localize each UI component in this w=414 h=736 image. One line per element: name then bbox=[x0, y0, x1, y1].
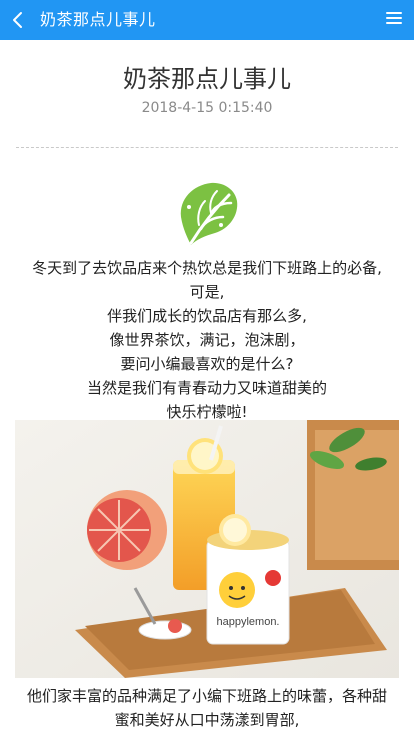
body-line: 蜜和美好从口中荡漾到胃部, bbox=[114, 711, 300, 729]
article-date: 2018-4-15 0:15:40 bbox=[141, 100, 273, 116]
article-header: 奶茶那点儿事儿 2018-4-15 0:15:40 bbox=[0, 64, 414, 116]
body-text: 他们家丰富的品种满足了小编下班路上的味蕾，各种甜 蜜和美好从口中荡漾到胃部, bbox=[14, 684, 400, 732]
nav-title: 奶茶那点儿事儿 bbox=[40, 10, 156, 29]
intro-line: 伴我们成长的饮品店有那么多, bbox=[107, 307, 307, 325]
top-nav-bar: 奶茶那点儿事儿 bbox=[0, 0, 414, 40]
intro-line: 可是, bbox=[189, 283, 225, 301]
chevron-left-icon bbox=[13, 12, 22, 28]
header-divider bbox=[16, 147, 398, 148]
menu-button[interactable] bbox=[386, 12, 402, 28]
intro-line: 像世界茶饮，满记，泡沫剧， bbox=[109, 331, 305, 349]
intro-text: 冬天到了去饮品店来个热饮总是我们下班路上的必备, 可是, 伴我们成长的饮品店有那… bbox=[14, 256, 400, 424]
cup-brand-label: happylemon. bbox=[217, 616, 280, 628]
body-line: 他们家丰富的品种满足了小编下班路上的味蕾，各种甜 bbox=[26, 687, 387, 705]
back-button[interactable] bbox=[8, 8, 30, 32]
intro-line: 要问小编最喜欢的是什么? bbox=[120, 355, 294, 373]
drinks-photo: happylemon. bbox=[15, 420, 399, 678]
hamburger-menu-icon bbox=[386, 12, 402, 24]
leaf-logo-icon bbox=[180, 182, 238, 245]
article-title: 奶茶那点儿事儿 bbox=[123, 65, 291, 93]
intro-line: 当然是我们有青春动力又味道甜美的 bbox=[86, 379, 327, 397]
drinks-illustration: happylemon. bbox=[15, 420, 399, 678]
intro-line: 冬天到了去饮品店来个热饮总是我们下班路上的必备, bbox=[32, 259, 382, 277]
